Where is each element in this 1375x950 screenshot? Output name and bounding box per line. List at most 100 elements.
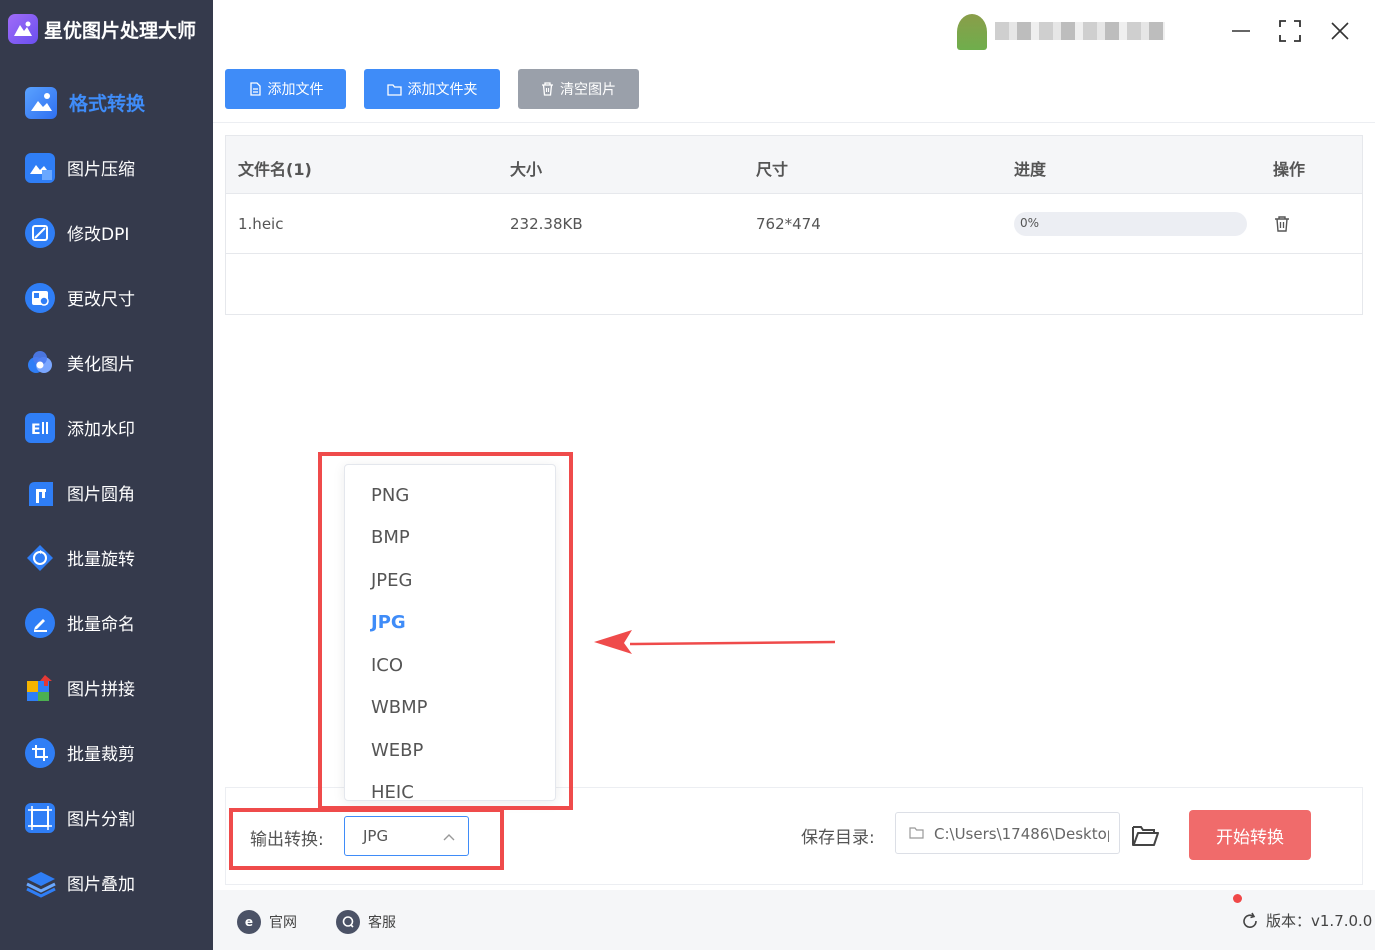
watermark-icon: E bbox=[25, 412, 55, 443]
col-header-dims: 尺寸 bbox=[756, 160, 789, 179]
sidebar: 星优图片处理大师 格式转换 图片压缩 修改DPI 更改尺寸 美化图片 E 添加水… bbox=[0, 0, 213, 950]
sidebar-item-crop[interactable]: 批量裁剪 bbox=[0, 720, 213, 785]
output-format-label: 输出转换: bbox=[250, 830, 324, 850]
table-row[interactable]: 1.heic 232.38KB 762*474 0% bbox=[226, 194, 1362, 254]
sidebar-nav: 格式转换 图片压缩 修改DPI 更改尺寸 美化图片 E 添加水印 图片圆角 批量… bbox=[0, 70, 213, 915]
format-option-jpg[interactable]: JPG bbox=[371, 612, 406, 633]
sidebar-item-label: 更改尺寸 bbox=[67, 290, 135, 310]
col-header-action: 操作 bbox=[1273, 160, 1306, 179]
add-folder-label: 添加文件夹 bbox=[407, 82, 478, 98]
title-bar bbox=[945, 14, 1365, 50]
app-window: 星优图片处理大师 格式转换 图片压缩 修改DPI 更改尺寸 美化图片 E 添加水… bbox=[0, 0, 1375, 950]
file-icon bbox=[249, 82, 261, 96]
version-info[interactable]: 版本：v1.7.0.0 bbox=[1241, 910, 1372, 931]
avatar[interactable] bbox=[957, 14, 987, 50]
format-option-webp[interactable]: WEBP bbox=[371, 740, 423, 761]
col-header-size: 大小 bbox=[510, 160, 543, 179]
svg-text:E: E bbox=[31, 422, 41, 438]
sidebar-item-rounded-corner[interactable]: 图片圆角 bbox=[0, 460, 213, 525]
minimize-icon[interactable] bbox=[1228, 18, 1254, 44]
image-compress-icon bbox=[25, 152, 55, 183]
save-dir-label: 保存目录: bbox=[801, 828, 875, 848]
stitch-icon bbox=[25, 673, 55, 703]
sidebar-item-label: 美化图片 bbox=[67, 355, 135, 375]
sidebar-item-label: 图片压缩 bbox=[67, 160, 135, 180]
sidebar-item-format-convert[interactable]: 格式转换 bbox=[0, 70, 213, 135]
sidebar-item-label: 图片圆角 bbox=[67, 485, 135, 505]
annotation-arrow-icon bbox=[594, 630, 836, 654]
crop-icon bbox=[25, 737, 55, 768]
output-format-value: JPG bbox=[363, 827, 389, 845]
sidebar-item-label: 图片叠加 bbox=[67, 875, 135, 895]
format-option-heic[interactable]: HEIC bbox=[371, 782, 414, 800]
app-header: 星优图片处理大师 bbox=[0, 0, 213, 58]
sidebar-item-resize[interactable]: 更改尺寸 bbox=[0, 265, 213, 330]
start-convert-button[interactable]: 开始转换 bbox=[1189, 810, 1311, 860]
sidebar-item-rename[interactable]: 批量命名 bbox=[0, 590, 213, 655]
sidebar-item-label: 图片拼接 bbox=[67, 680, 135, 700]
delete-row-icon[interactable] bbox=[1272, 214, 1292, 234]
sidebar-item-beautify[interactable]: 美化图片 bbox=[0, 330, 213, 395]
sidebar-item-label: 批量裁剪 bbox=[67, 745, 135, 765]
output-format-dropdown: PNG BMP JPEG JPG ICO WBMP WEBP HEIC bbox=[344, 464, 556, 801]
support-link[interactable]: 客服 bbox=[336, 910, 396, 934]
clear-images-label: 清空图片 bbox=[560, 82, 616, 98]
sidebar-item-rotate[interactable]: 批量旋转 bbox=[0, 525, 213, 590]
format-option-wbmp[interactable]: WBMP bbox=[371, 697, 428, 718]
chevron-up-icon bbox=[443, 834, 455, 841]
folder-icon bbox=[909, 827, 924, 839]
output-format-select[interactable]: JPG bbox=[344, 816, 469, 856]
format-option-png[interactable]: PNG bbox=[371, 485, 409, 506]
progress-text: 0% bbox=[1020, 216, 1040, 230]
sidebar-item-label: 批量命名 bbox=[67, 615, 135, 635]
add-folder-button[interactable]: 添加文件夹 bbox=[364, 69, 500, 109]
sidebar-item-overlay[interactable]: 图片叠加 bbox=[0, 850, 213, 915]
add-file-button[interactable]: 添加文件 bbox=[225, 69, 346, 109]
save-dir-input[interactable]: C:\Users\17486\Desktop bbox=[895, 812, 1120, 854]
close-icon[interactable] bbox=[1327, 18, 1353, 44]
col-header-name: 文件名(1) bbox=[238, 160, 312, 179]
format-option-ico[interactable]: ICO bbox=[371, 655, 403, 676]
file-table: 文件名(1) 大小 尺寸 进度 操作 1.heic 232.38KB 762*4… bbox=[225, 135, 1363, 315]
sidebar-item-label: 修改DPI bbox=[67, 225, 130, 245]
overlay-icon bbox=[25, 868, 56, 898]
rename-icon bbox=[25, 607, 55, 638]
save-dir-value: C:\Users\17486\Desktop bbox=[934, 825, 1109, 843]
sidebar-item-watermark[interactable]: E 添加水印 bbox=[0, 395, 213, 460]
dpi-icon bbox=[25, 217, 55, 248]
image-convert-icon bbox=[25, 86, 57, 119]
app-logo-icon bbox=[8, 14, 38, 44]
website-link[interactable]: e 官网 bbox=[237, 910, 297, 934]
support-label: 客服 bbox=[368, 915, 396, 931]
file-size-cell: 232.38KB bbox=[510, 215, 583, 233]
table-header: 文件名(1) 大小 尺寸 进度 操作 bbox=[226, 136, 1362, 194]
col-header-progress: 进度 bbox=[1014, 160, 1047, 179]
ie-icon: e bbox=[237, 910, 261, 934]
chat-icon bbox=[336, 910, 360, 934]
sidebar-item-split[interactable]: 图片分割 bbox=[0, 785, 213, 850]
format-option-bmp[interactable]: BMP bbox=[371, 527, 410, 548]
sidebar-item-stitch[interactable]: 图片拼接 bbox=[0, 655, 213, 720]
folder-icon bbox=[386, 83, 402, 96]
open-folder-icon[interactable] bbox=[1130, 821, 1160, 849]
toolbar-divider bbox=[213, 122, 1375, 123]
app-title: 星优图片处理大师 bbox=[44, 19, 197, 42]
clear-images-button[interactable]: 清空图片 bbox=[518, 69, 639, 109]
format-option-jpeg[interactable]: JPEG bbox=[371, 570, 412, 591]
resize-icon bbox=[25, 282, 55, 313]
footer: e 官网 客服 版本：v1.7.0.0 bbox=[213, 890, 1375, 950]
sidebar-item-label: 格式转换 bbox=[69, 93, 146, 115]
update-badge bbox=[1233, 894, 1242, 903]
sidebar-item-dpi[interactable]: 修改DPI bbox=[0, 200, 213, 265]
split-icon bbox=[25, 802, 55, 833]
file-dims-cell: 762*474 bbox=[756, 215, 821, 233]
rotate-icon bbox=[25, 543, 55, 573]
username-blurred bbox=[995, 22, 1165, 40]
file-name-cell: 1.heic bbox=[238, 215, 284, 233]
version-label: 版本：v1.7.0.0 bbox=[1266, 912, 1373, 930]
progress-bar: 0% bbox=[1014, 212, 1247, 236]
trash-icon bbox=[542, 82, 553, 96]
maximize-icon[interactable] bbox=[1277, 18, 1303, 44]
sidebar-item-compress[interactable]: 图片压缩 bbox=[0, 135, 213, 200]
refresh-icon bbox=[1243, 912, 1257, 928]
